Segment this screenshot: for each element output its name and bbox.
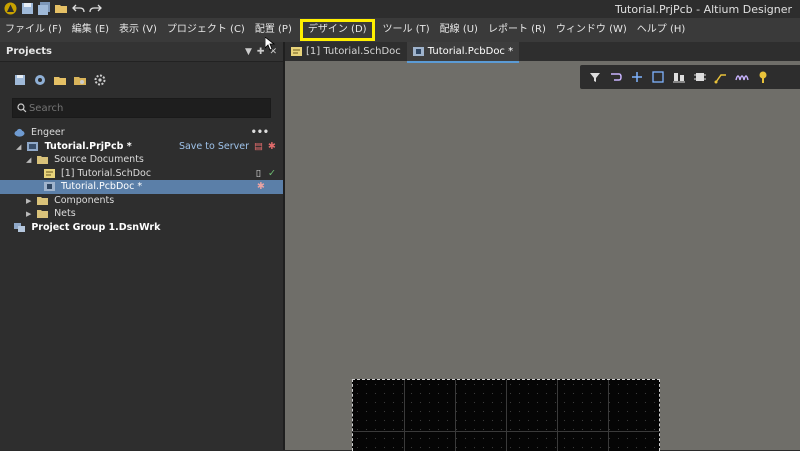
tree-item-project[interactable]: ◢ Tutorial.PrjPcb * Save to Server ▤ ✱ [0, 140, 283, 154]
cloud-icon [14, 128, 25, 137]
check-icon: ✓ [268, 167, 276, 179]
tree-item-source-documents[interactable]: ◢ Source Documents [0, 153, 283, 167]
document-icon: ▤ [254, 140, 263, 152]
menu-tools[interactable]: ツール (T) [378, 18, 435, 42]
pin-icon[interactable]: ✚ [257, 47, 265, 57]
menu-help[interactable]: ヘルプ (H) [632, 18, 691, 42]
pcb-board[interactable] [352, 379, 660, 451]
schematic-doc-icon [291, 47, 302, 56]
folder-icon [37, 210, 49, 218]
more-icon[interactable]: ••• [251, 126, 269, 140]
window-title: Tutorial.PrjPcb - Altium Designer [615, 3, 792, 16]
folder-icon [37, 156, 49, 164]
pcb-doc-icon [44, 182, 55, 191]
collapse-arrow-icon[interactable]: ◢ [26, 154, 34, 168]
menu-reports[interactable]: レポート (R) [483, 18, 551, 42]
components-label: Components [54, 194, 115, 206]
interactive-routing-icon[interactable] [609, 70, 623, 84]
align-icon[interactable] [672, 70, 686, 84]
tab-schdoc-label: [1] Tutorial.SchDoc [306, 46, 401, 57]
projects-panel-header: Projects ▼ ✚ ✕ [0, 42, 283, 62]
project-options-icon[interactable] [34, 74, 46, 86]
pcb-project-icon [27, 141, 39, 151]
search-box [12, 98, 271, 118]
pcb-doc-icon [412, 47, 424, 56]
panel-menu-icon[interactable]: ▼ [245, 47, 252, 57]
pcbdoc-label: Tutorial.PcbDoc * [61, 181, 143, 192]
track-icon[interactable] [714, 70, 728, 84]
projects-toolbar [0, 62, 283, 98]
expand-arrow-icon[interactable]: ▶ [26, 208, 34, 222]
file-icon: ▯ [255, 167, 261, 179]
tree-item-schdoc[interactable]: [1] Tutorial.SchDoc ▯ ✓ [0, 167, 283, 181]
workspace-label: Engeer [31, 127, 65, 138]
modified-icon: ✱ [268, 140, 276, 152]
active-bar [580, 65, 800, 89]
tree-item-components[interactable]: ▶ Components [0, 194, 283, 208]
gear-icon[interactable] [94, 74, 106, 86]
tree-item-pcbdoc[interactable]: Tutorial.PcbDoc * ✱ [0, 180, 283, 194]
modified-icon: ✱ [257, 181, 265, 192]
project-group-label: Project Group 1.DsnWrk [31, 221, 161, 233]
menu-edit[interactable]: 編集 (E) [67, 18, 114, 42]
component-icon[interactable] [693, 70, 707, 84]
app-logo-icon [4, 2, 17, 15]
length-tuning-icon[interactable] [735, 70, 749, 84]
projects-panel: Projects ▼ ✚ ✕ Engeer ••• ◢ Tutorial.Prj… [0, 42, 285, 450]
save-project-icon[interactable] [14, 74, 26, 86]
redo-icon[interactable] [89, 2, 102, 15]
mouse-cursor-icon [265, 37, 275, 51]
title-bar: Tutorial.PrjPcb - Altium Designer [0, 0, 800, 18]
tab-schdoc[interactable]: [1] Tutorial.SchDoc [285, 42, 407, 61]
project-group-icon [14, 222, 25, 232]
add-icon[interactable] [630, 70, 644, 84]
filter-icon[interactable] [588, 70, 602, 84]
menu-design[interactable]: デザイン (D) [299, 19, 375, 41]
tree-item-project-group[interactable]: Project Group 1.DsnWrk [0, 221, 283, 235]
tree-item-nets[interactable]: ▶ Nets [0, 207, 283, 221]
schematic-doc-icon [44, 168, 55, 178]
undo-icon[interactable] [72, 2, 85, 15]
menu-window[interactable]: ウィンドウ (W) [551, 18, 632, 42]
nets-label: Nets [54, 208, 76, 219]
document-tabs: [1] Tutorial.SchDoc Tutorial.PcbDoc * [285, 42, 800, 63]
save-all-icon[interactable] [38, 2, 51, 15]
tab-pcbdoc[interactable]: Tutorial.PcbDoc * [406, 42, 520, 63]
menu-bar: ファイル (F) 編集 (E) 表示 (V) プロジェクト (C) 配置 (P)… [0, 18, 800, 42]
tab-pcbdoc-label: Tutorial.PcbDoc * [427, 46, 514, 57]
menu-route[interactable]: 配線 (U) [435, 18, 483, 42]
select-rectangle-icon[interactable] [651, 70, 665, 84]
collapse-arrow-icon[interactable]: ◢ [16, 141, 24, 155]
expand-arrow-icon[interactable]: ▶ [26, 195, 34, 209]
schdoc-label: [1] Tutorial.SchDoc [61, 167, 152, 179]
pcb-editor: [1] Tutorial.SchDoc Tutorial.PcbDoc * [285, 42, 800, 451]
tree-item-workspace[interactable]: Engeer ••• [0, 126, 283, 140]
search-input[interactable] [26, 101, 270, 115]
save-to-server-link[interactable]: Save to Server [179, 140, 249, 154]
source-documents-label: Source Documents [54, 154, 144, 165]
menu-view[interactable]: 表示 (V) [114, 18, 162, 42]
project-label: Tutorial.PrjPcb * [44, 140, 132, 152]
open-folder-icon[interactable] [55, 2, 68, 15]
project-tree: Engeer ••• ◢ Tutorial.PrjPcb * Save to S… [0, 126, 283, 234]
save-icon[interactable] [21, 2, 34, 15]
projects-panel-title: Projects [6, 46, 53, 57]
folder-settings-icon[interactable] [74, 74, 86, 86]
open-folder-icon[interactable] [54, 74, 66, 86]
menu-file[interactable]: ファイル (F) [0, 18, 67, 42]
menu-project[interactable]: プロジェクト (C) [162, 18, 250, 42]
text-string-icon[interactable] [756, 70, 770, 84]
search-icon [17, 103, 27, 113]
folder-icon [37, 196, 49, 205]
